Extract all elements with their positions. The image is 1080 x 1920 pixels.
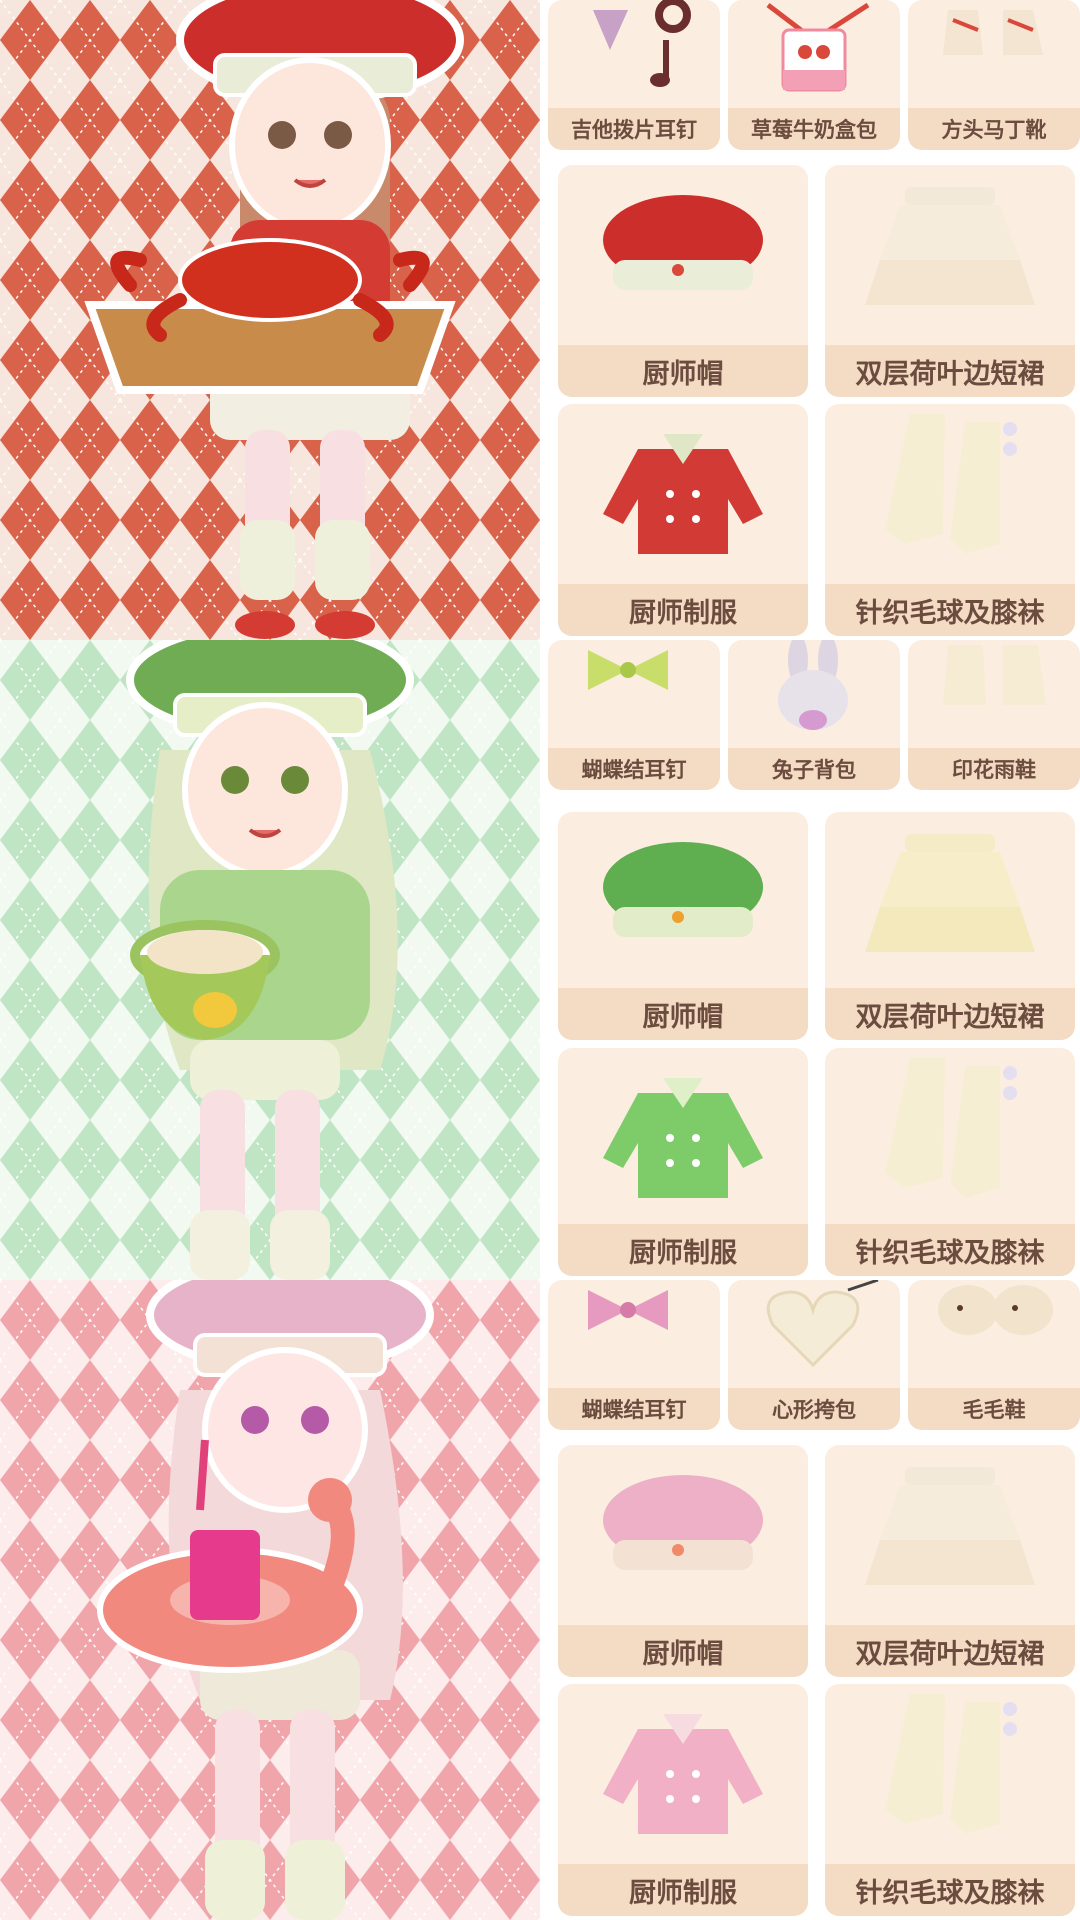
item-card-socks[interactable]: 针织毛球及膝袜 <box>825 1684 1075 1916</box>
item-card-earring[interactable]: 蝴蝶结耳钉 <box>548 640 720 790</box>
knee-socks-icon <box>885 1058 1017 1198</box>
bow-earring-icon <box>588 1290 668 1330</box>
bow-earring-icon <box>588 650 668 690</box>
chef-hat-icon <box>603 195 763 290</box>
item-label: 草莓牛奶盒包 <box>751 118 877 142</box>
character-preview-red <box>0 0 540 640</box>
character-illustration <box>0 0 540 640</box>
character-preview-green <box>0 640 540 1280</box>
item-label: 蝴蝶结耳钉 <box>581 758 687 782</box>
outfit-section-red: 吉他拨片耳钉 草莓牛奶盒包 方头马丁靴 厨师帽 双层荷叶边短裙 厨师制服 针织毛… <box>0 0 1080 640</box>
item-card-chef-uniform[interactable]: 厨师制服 <box>558 1684 808 1916</box>
item-card-chef-uniform[interactable]: 厨师制服 <box>558 1048 808 1276</box>
item-card-skirt[interactable]: 双层荷叶边短裙 <box>825 812 1075 1040</box>
item-card-bag[interactable]: 兔子背包 <box>728 640 900 790</box>
item-card-earring[interactable]: 吉他拨片耳钉 <box>548 0 720 150</box>
item-panel-green: 蝴蝶结耳钉 兔子背包 印花雨鞋 厨师帽 双层荷叶边短裙 厨师制服 针织毛球及膝袜 <box>540 640 1080 1280</box>
chef-hat-icon <box>603 1475 763 1570</box>
character-preview-pink <box>0 1280 540 1920</box>
knee-socks-icon <box>885 1694 1017 1834</box>
bunny-backpack-icon <box>778 640 848 730</box>
item-label: 厨师制服 <box>629 597 737 629</box>
item-card-shoes[interactable]: 印花雨鞋 <box>908 640 1080 790</box>
item-label: 双层荷叶边短裙 <box>855 1001 1045 1033</box>
item-card-chef-hat[interactable]: 厨师帽 <box>558 1445 808 1677</box>
chef-uniform-icon <box>603 1078 763 1198</box>
item-card-shoes[interactable]: 毛毛鞋 <box>908 1280 1080 1430</box>
item-label: 厨师帽 <box>642 1638 724 1670</box>
item-label: 心形挎包 <box>772 1398 856 1422</box>
chef-uniform-icon <box>603 434 763 554</box>
item-card-shoes[interactable]: 方头马丁靴 <box>908 0 1080 150</box>
ruffle-skirt-icon <box>865 834 1035 952</box>
chef-uniform-icon <box>603 1714 763 1834</box>
item-card-skirt[interactable]: 双层荷叶边短裙 <box>825 1445 1075 1677</box>
heart-bag-icon <box>766 1280 879 1368</box>
item-card-socks[interactable]: 针织毛球及膝袜 <box>825 1048 1075 1276</box>
item-label: 双层荷叶边短裙 <box>855 1638 1045 1670</box>
item-label: 双层荷叶边短裙 <box>855 358 1045 390</box>
item-label: 厨师制服 <box>629 1237 737 1269</box>
item-panel-red: 吉他拨片耳钉 草莓牛奶盒包 方头马丁靴 厨师帽 双层荷叶边短裙 厨师制服 针织毛… <box>540 0 1080 640</box>
item-card-earring[interactable]: 蝴蝶结耳钉 <box>548 1280 720 1430</box>
item-label: 厨师制服 <box>629 1877 737 1909</box>
knee-socks-icon <box>885 414 1017 554</box>
guitar-pick-earring-icon <box>593 0 691 87</box>
item-card-chef-hat[interactable]: 厨师帽 <box>558 165 808 397</box>
rain-boots-icon <box>943 645 1046 705</box>
item-label: 印花雨鞋 <box>952 758 1036 782</box>
item-card-bag[interactable]: 心形挎包 <box>728 1280 900 1430</box>
item-label: 针织毛球及膝袜 <box>855 1237 1045 1269</box>
item-label: 吉他拨片耳钉 <box>571 118 697 142</box>
martin-boots-icon <box>943 10 1043 55</box>
item-label: 针织毛球及膝袜 <box>855 1877 1045 1909</box>
ruffle-skirt-icon <box>865 1467 1035 1585</box>
character-illustration <box>0 640 540 1280</box>
item-card-chef-uniform[interactable]: 厨师制服 <box>558 404 808 636</box>
item-label: 方头马丁靴 <box>941 118 1047 142</box>
item-label: 毛毛鞋 <box>962 1398 1026 1422</box>
item-card-socks[interactable]: 针织毛球及膝袜 <box>825 404 1075 636</box>
item-label: 兔子背包 <box>772 758 856 782</box>
item-label: 蝴蝶结耳钉 <box>581 1398 687 1422</box>
item-card-bag[interactable]: 草莓牛奶盒包 <box>728 0 900 150</box>
outfit-section-green: 蝴蝶结耳钉 兔子背包 印花雨鞋 厨师帽 双层荷叶边短裙 厨师制服 针织毛球及膝袜 <box>0 640 1080 1280</box>
chef-hat-icon <box>603 842 763 937</box>
item-label: 厨师帽 <box>642 1001 724 1033</box>
character-illustration <box>0 1280 540 1920</box>
item-label: 厨师帽 <box>642 358 724 390</box>
item-label: 针织毛球及膝袜 <box>855 597 1045 629</box>
ruffle-skirt-icon <box>865 187 1035 305</box>
strawberry-milk-bag-icon <box>766 2 870 92</box>
item-card-chef-hat[interactable]: 厨师帽 <box>558 812 808 1040</box>
outfit-section-pink: 蝴蝶结耳钉 心形挎包 毛毛鞋 厨师帽 双层荷叶边短裙 厨师制服 针织毛球及膝袜 <box>0 1280 1080 1920</box>
item-card-skirt[interactable]: 双层荷叶边短裙 <box>825 165 1075 397</box>
fluffy-slippers-icon <box>938 1285 1053 1335</box>
item-panel-pink: 蝴蝶结耳钉 心形挎包 毛毛鞋 厨师帽 双层荷叶边短裙 厨师制服 针织毛球及膝袜 <box>540 1280 1080 1920</box>
